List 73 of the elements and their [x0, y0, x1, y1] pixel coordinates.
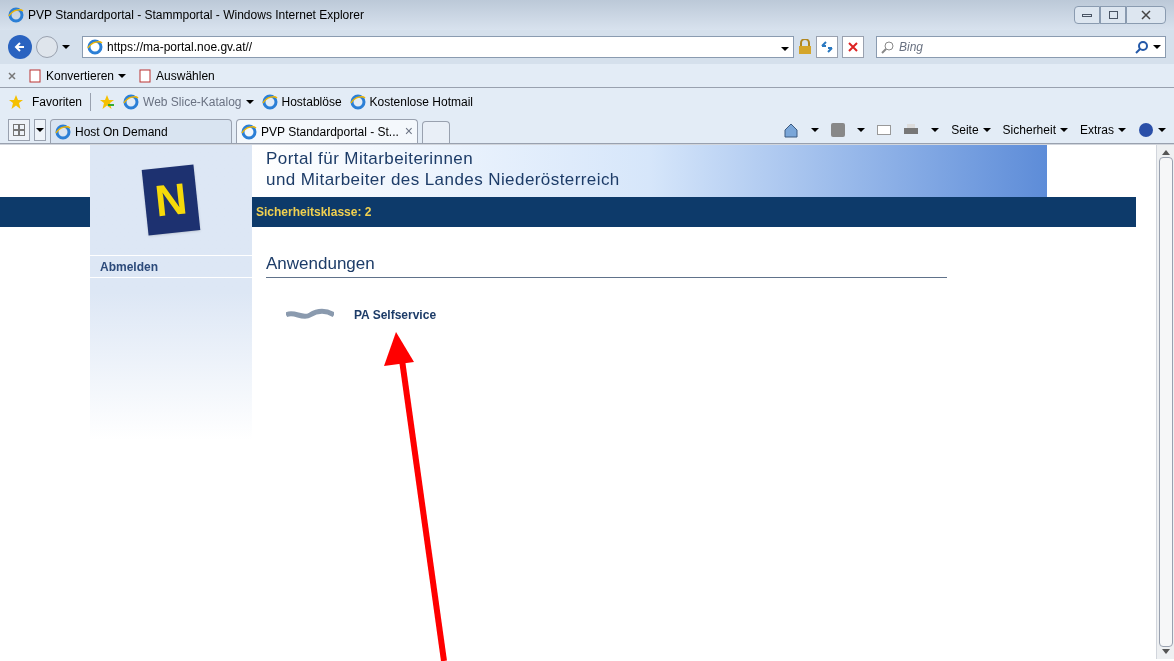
caret-icon [931, 128, 940, 132]
caret-icon [982, 128, 991, 132]
maximize-button[interactable] [1100, 6, 1126, 24]
up-arrow-icon[interactable] [1161, 149, 1170, 155]
caret-icon [781, 47, 789, 51]
address-field[interactable]: https://ma-portal.noe.gv.at// [82, 36, 794, 58]
close-tab-button[interactable]: × [404, 121, 413, 142]
caret-icon [857, 128, 866, 132]
caret-icon [36, 128, 44, 132]
lock-icon [798, 39, 812, 55]
caret-icon [811, 128, 820, 132]
search-icon [881, 40, 895, 54]
favorite-link[interactable]: Kostenlose Hotmail [369, 93, 473, 111]
refresh-button[interactable] [816, 36, 838, 58]
toolbar-button[interactable]: Konvertieren [46, 66, 115, 85]
scrollbar-thumb[interactable] [1158, 157, 1173, 647]
minimize-button[interactable] [1074, 6, 1100, 24]
banner-title: und Mitarbeiter des Landes Niederösterreich [266, 169, 621, 190]
search-icon[interactable] [1135, 40, 1149, 54]
caret-icon [245, 100, 254, 104]
mail-icon[interactable] [877, 125, 892, 135]
stop-icon [848, 42, 858, 52]
caret-icon [1118, 128, 1126, 132]
logo: N [141, 164, 201, 236]
application-link[interactable]: PA Selfservice [354, 305, 437, 324]
toolbar-button[interactable]: Auswählen [156, 66, 215, 85]
add-favorite-icon[interactable] [99, 94, 116, 110]
close-icon[interactable] [8, 71, 16, 80]
left-arrow-icon [14, 41, 26, 53]
caret-icon [1153, 45, 1161, 49]
section-title: Anwendungen [266, 251, 947, 278]
banner-title: Portal für Mitarbeiterinnen [266, 148, 475, 169]
browser-tab[interactable]: PVP Standardportal - St... × [236, 119, 418, 143]
favorite-link[interactable]: Hostablöse [281, 93, 342, 111]
stop-button[interactable] [842, 36, 864, 58]
logout-link[interactable]: Abmelden [90, 255, 252, 278]
caret-icon [1158, 128, 1166, 132]
tab-list-button[interactable] [34, 119, 46, 141]
tools-menu-button[interactable]: Sicherheit [1002, 121, 1068, 139]
document-icon [28, 68, 42, 83]
ie-icon [349, 94, 366, 110]
down-arrow-icon[interactable] [1161, 649, 1170, 655]
search-field[interactable]: Bing [899, 38, 1131, 56]
ie-icon [8, 7, 24, 23]
ie-icon [87, 39, 103, 55]
window-title: PVP Standardportal - Stammportal - Windows Internet Explorer [28, 7, 364, 24]
quick-tabs-button[interactable] [8, 119, 30, 141]
favorites-button[interactable]: Favoriten [32, 93, 83, 111]
ie-icon [241, 123, 257, 140]
tab-label: Host On Demand [75, 123, 168, 141]
caret-icon [62, 45, 70, 49]
close-icon [1141, 10, 1151, 20]
caret-icon [118, 73, 127, 78]
security-class: Sicherheitsklasse: 2 [256, 204, 372, 221]
ie-icon [123, 94, 140, 110]
tools-menu-button[interactable]: Extras [1080, 121, 1126, 139]
home-icon[interactable] [783, 122, 800, 138]
scrollbar[interactable] [1156, 145, 1174, 659]
tools-menu-button[interactable]: Seite [951, 121, 991, 139]
wave-icon [286, 307, 334, 322]
ie-icon [261, 94, 278, 110]
tab-label: PVP Standardportal - St... [261, 123, 399, 141]
printer-icon[interactable] [903, 123, 920, 137]
back-button[interactable] [8, 35, 32, 59]
document-icon [138, 68, 153, 83]
browser-tab[interactable]: Host On Demand [50, 119, 232, 143]
grid-icon [13, 124, 25, 136]
refresh-icon [820, 41, 834, 53]
close-button[interactable] [1126, 6, 1166, 24]
star-icon [8, 94, 24, 110]
ie-icon [55, 123, 71, 140]
caret-icon [1060, 128, 1068, 132]
search-box[interactable]: Bing [876, 36, 1166, 58]
